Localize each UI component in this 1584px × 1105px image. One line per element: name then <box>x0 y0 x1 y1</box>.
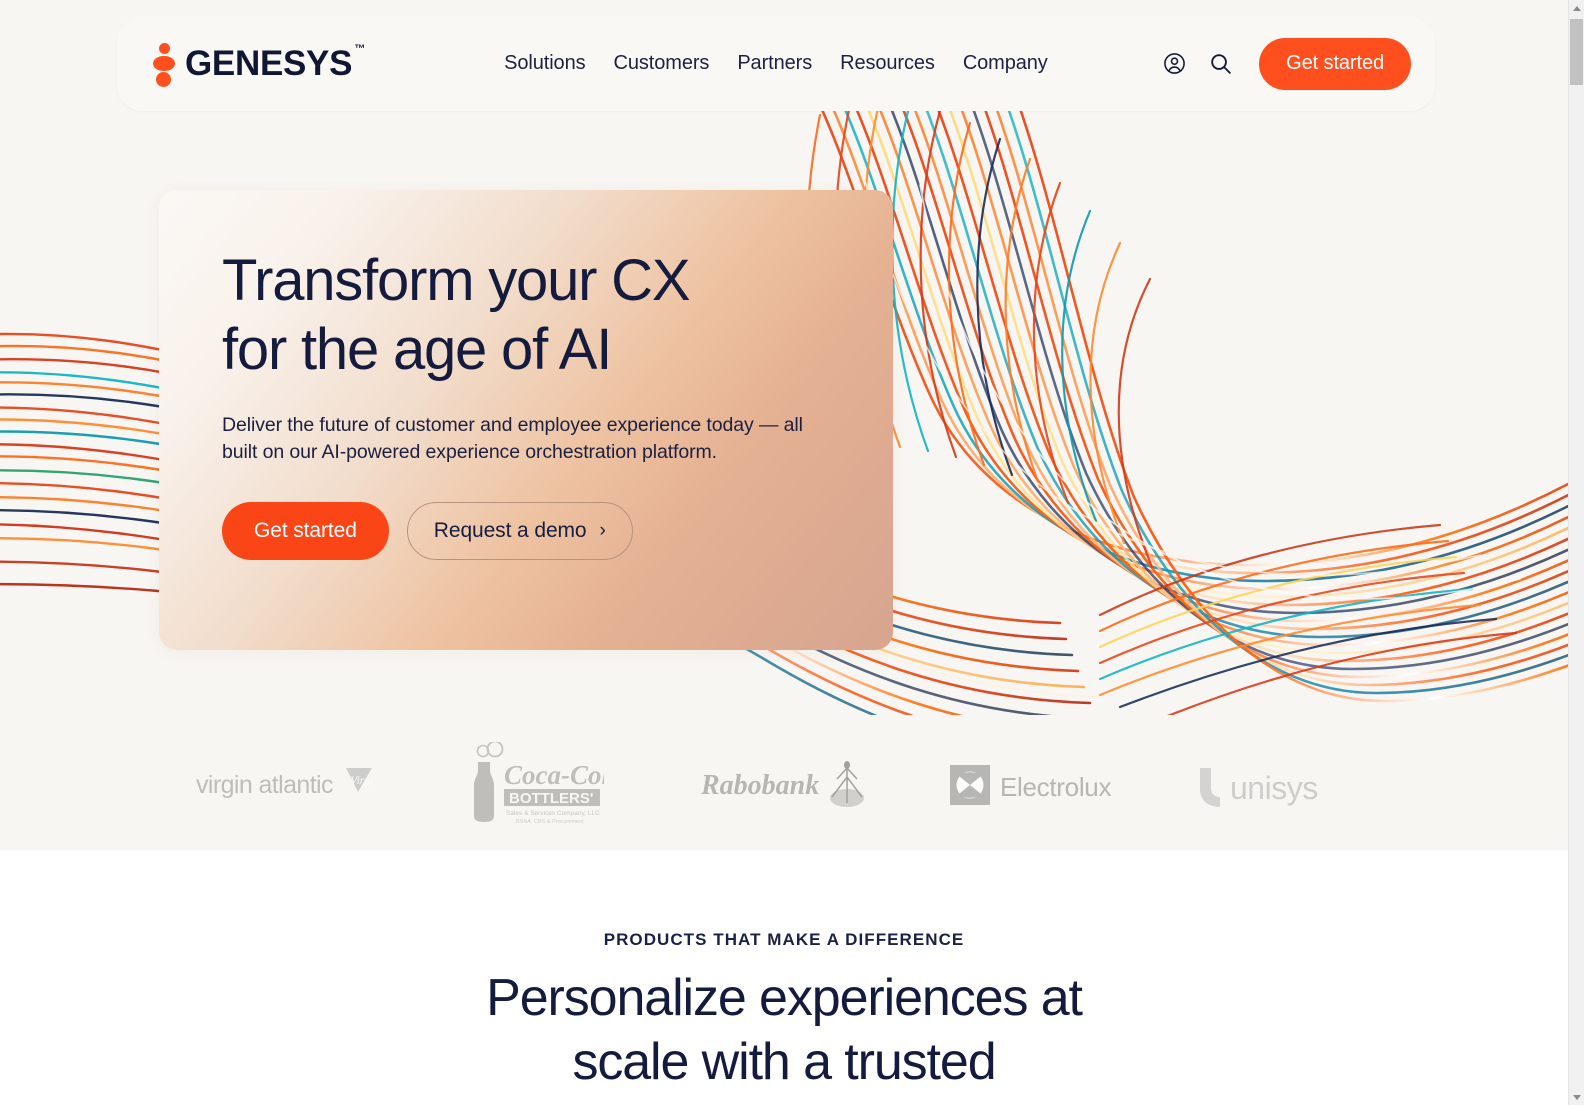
svg-text:Virgin: Virgin <box>350 773 372 787</box>
svg-text:unisys: unisys <box>1230 770 1318 806</box>
hero-section: GENESYS ™ Solutions Customers Partners R… <box>0 0 1568 850</box>
section-title: Personalize experiences at scale with a … <box>0 972 1568 1105</box>
hero-title-line-1: Transform your CX <box>222 248 691 313</box>
logo-electrolux: Electrolux Electrolux <box>909 735 1159 835</box>
hero-subtitle: Deliver the future of customer and emplo… <box>222 414 803 464</box>
logo-coca-cola-bottlers: Coca-Cola BOTTLERS' Sales & Services Com… <box>409 735 659 835</box>
products-section: PRODUCTS THAT MAKE A DIFFERENCE Personal… <box>0 850 1568 1105</box>
section-title-line-3: platform <box>0 1100 1568 1105</box>
hero-get-started-button[interactable]: Get started <box>222 502 389 561</box>
section-title-line-2: scale with a trusted <box>572 1033 996 1091</box>
svg-text:Rabobank: Rabobank <box>701 770 819 801</box>
svg-text:Electrolux: Electrolux <box>1000 772 1111 802</box>
section-eyebrow: PRODUCTS THAT MAKE A DIFFERENCE <box>603 930 965 949</box>
header-get-started-button[interactable]: Get started <box>1259 37 1411 90</box>
scroll-down-arrow-icon[interactable] <box>1569 1089 1584 1105</box>
svg-text:Sales & Services Company, LLC: Sales & Services Company, LLC <box>506 810 600 817</box>
request-demo-button[interactable]: Request a demo › <box>406 502 633 561</box>
hero-content: Transform your CX for the age of AI Deli… <box>222 246 842 561</box>
nav-item-resources[interactable]: Resources <box>840 52 935 75</box>
search-icon[interactable] <box>1197 41 1243 87</box>
customer-logo-strip: virgin atlantic Virgin virgin atlantic C… <box>0 730 1568 840</box>
trademark-symbol: ™ <box>354 43 366 55</box>
hero-title: Transform your CX for the age of AI <box>222 246 842 384</box>
hero-cta-group: Get started Request a demo › <box>222 502 842 561</box>
brand-wordmark: GENESYS ™ <box>185 44 365 83</box>
hero-title-line-2: for the age of AI <box>222 317 612 383</box>
browser-viewport: GENESYS ™ Solutions Customers Partners R… <box>0 0 1568 1105</box>
svg-text:virgin atlantic: virgin atlantic <box>196 771 333 799</box>
nav-item-company[interactable]: Company <box>963 52 1048 75</box>
svg-text:BSNA, CBS & Procurement: BSNA, CBS & Procurement <box>516 819 584 825</box>
hero-card: Transform your CX for the age of AI Deli… <box>159 190 893 650</box>
scrollbar-thumb[interactable] <box>1570 19 1583 85</box>
nav-item-solutions[interactable]: Solutions <box>504 52 585 75</box>
site-header: GENESYS ™ Solutions Customers Partners R… <box>117 16 1435 111</box>
request-demo-label: Request a demo <box>433 519 587 543</box>
header-actions: Get started <box>1151 37 1411 90</box>
account-circle-icon[interactable] <box>1151 41 1197 87</box>
logo-rabobank: Rabobank Rabobank <box>659 735 909 835</box>
logo-unisys: unisys unisys <box>1159 735 1409 835</box>
nav-item-customers[interactable]: Customers <box>614 52 710 75</box>
nav-item-partners[interactable]: Partners <box>737 52 812 75</box>
genesys-logo[interactable]: GENESYS ™ <box>153 41 365 87</box>
logo-virgin-atlantic: virgin atlantic Virgin virgin atlantic <box>159 735 409 835</box>
brand-name-text: GENESYS <box>185 44 353 83</box>
svg-text:BOTTLERS': BOTTLERS' <box>509 790 593 807</box>
primary-navigation: Solutions Customers Partners Resources C… <box>504 52 1048 75</box>
svg-text:Coca-Cola: Coca-Cola <box>504 760 604 790</box>
chevron-right-icon: › <box>599 519 606 541</box>
browser-scrollbar[interactable] <box>1568 0 1584 1105</box>
genesys-dots-logo-icon <box>153 41 175 87</box>
scroll-up-arrow-icon[interactable] <box>1569 0 1584 16</box>
section-title-line-1: Personalize experiences at <box>486 969 1083 1027</box>
